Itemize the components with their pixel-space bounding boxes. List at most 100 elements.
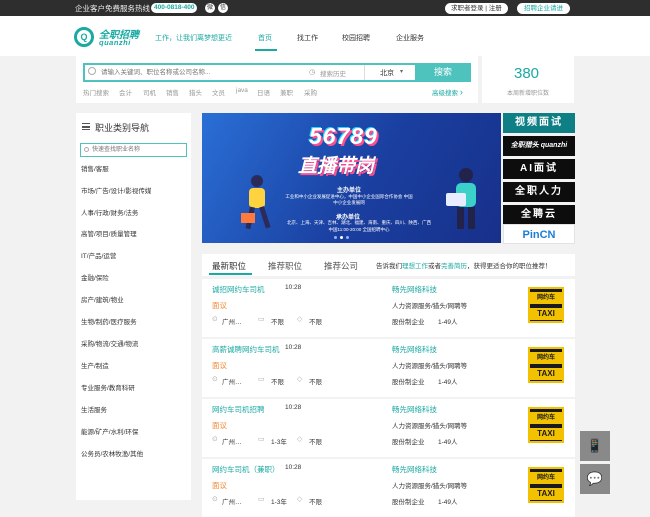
tab-recommended-companies[interactable]: 推荐公司	[324, 260, 358, 272]
banner-cities: 北京、上海、天津、吉林、湖北、福建、海南、重庆、四川、陕西、广西	[287, 220, 431, 225]
nav-find-job[interactable]: 找工作	[297, 33, 318, 43]
tab-latest-jobs[interactable]: 最新职位	[212, 260, 246, 272]
ad-hr[interactable]: 全职人力	[503, 182, 575, 202]
location-icon: ⊙	[212, 496, 218, 503]
weibo-icon[interactable]: 微	[205, 3, 215, 13]
city-select[interactable]: 北京	[380, 68, 394, 78]
job-salary: 面议	[212, 421, 227, 430]
search-input[interactable]	[101, 66, 301, 78]
job-experience: 不限	[271, 319, 284, 326]
search-history-link[interactable]: 搜索历史	[320, 68, 346, 78]
hot-term[interactable]: java	[236, 87, 248, 94]
category-item[interactable]: 能源/矿产/水利/环保	[81, 426, 138, 436]
ad-cloud[interactable]: 全聘云	[503, 205, 575, 225]
wechat-icon[interactable]: 信	[218, 3, 228, 13]
banner-illustration-man	[446, 168, 476, 229]
company-logo-bottom: TAXI	[530, 428, 562, 440]
job-title[interactable]: 网约车司机招聘	[212, 404, 265, 415]
company-logo[interactable]: 网约车 TAXI	[528, 407, 564, 443]
hot-term[interactable]: 采购	[304, 87, 317, 97]
banner-dot[interactable]	[334, 236, 337, 239]
category-item[interactable]: 高管/项目/质量管理	[81, 228, 137, 238]
ad-video-interview[interactable]: 视频面试	[503, 113, 575, 133]
logo-mark-icon[interactable]: Q	[74, 27, 94, 47]
company-name[interactable]: 畅先网络科技	[392, 404, 437, 415]
recruiter-entry-button[interactable]: 招聘企业请进	[517, 3, 570, 14]
job-title[interactable]: 高薪诚聘网约车司机	[212, 344, 280, 355]
wechat-float-icon[interactable]: 💬	[580, 464, 610, 494]
tab-recommended-jobs[interactable]: 推荐职位	[268, 260, 302, 272]
job-location: 广州…	[222, 439, 242, 446]
company-industry: 人力资源服务/猎头/网聘等	[392, 423, 468, 430]
company-logo[interactable]: 网约车 TAXI	[528, 287, 564, 323]
job-salary: 面议	[212, 301, 227, 310]
nav-campus[interactable]: 校园招聘	[342, 33, 370, 43]
job-time: 10:28	[285, 464, 302, 471]
ad-headhunter[interactable]: 全职猎头 quanzhi	[503, 136, 575, 156]
login-register-button[interactable]: 求职者登录 | 注册	[445, 3, 508, 14]
company-size: 1-49人	[438, 439, 458, 446]
company-logo-bottom: TAXI	[530, 368, 562, 380]
hot-term[interactable]: 日语	[257, 87, 270, 97]
banner-dot-active[interactable]	[340, 236, 343, 239]
company-industry: 人力资源服务/猎头/网聘等	[392, 483, 468, 490]
category-item[interactable]: 市场/广告/设计/影视传媒	[81, 185, 151, 195]
nav-enterprise[interactable]: 企业服务	[396, 33, 424, 43]
ad-pincn[interactable]: PinCN	[503, 224, 575, 244]
hot-search-label: 热门搜索	[83, 90, 109, 97]
job-salary: 面议	[212, 481, 227, 490]
category-item[interactable]: 生物/制药/医疗服务	[81, 316, 137, 326]
category-item[interactable]: 人事/行政/财务/法务	[81, 207, 138, 217]
company-name[interactable]: 畅先网络科技	[392, 284, 437, 295]
category-item[interactable]: 销售/客服	[81, 163, 109, 173]
banner-host-orgs: 工业和中小企业发展促进中心，中国中小企业国际合作协会 中国中小企业发展网	[285, 194, 413, 205]
job-experience: 1-3年	[271, 439, 287, 446]
company-name[interactable]: 畅先网络科技	[392, 464, 437, 475]
category-item[interactable]: 专业服务/教育科研	[81, 382, 135, 392]
category-item[interactable]: 金融/保险	[81, 272, 109, 282]
category-item[interactable]: 生产/制造	[81, 360, 109, 370]
category-item[interactable]: 房产/建筑/物业	[81, 294, 124, 304]
company-type: 股份制企业	[392, 499, 425, 506]
banner-dot[interactable]	[346, 236, 349, 239]
company-name[interactable]: 畅先网络科技	[392, 344, 437, 355]
nav-home[interactable]: 首页	[258, 33, 272, 43]
promo-banner[interactable]: 56789 直播带岗 主办单位 工业和中小企业发展促进中心，中国中小企业国际合作…	[202, 113, 501, 243]
category-item[interactable]: IT/产品/运营	[81, 250, 116, 260]
hot-term[interactable]: 猎头	[189, 87, 202, 97]
hot-term[interactable]: 兼职	[280, 87, 293, 97]
divider	[364, 65, 365, 80]
header	[0, 16, 650, 56]
hot-term[interactable]: 销售	[166, 87, 179, 97]
company-logo[interactable]: 网约车 TAXI	[528, 467, 564, 503]
hot-term[interactable]: 文员	[212, 87, 225, 97]
chevron-right-icon: ›	[459, 87, 463, 97]
weekly-job-count: 380	[514, 65, 540, 82]
category-item[interactable]: 生活服务	[81, 404, 107, 414]
briefcase-icon: ▭	[258, 436, 265, 443]
phone-icon[interactable]: 📱	[580, 431, 610, 461]
complete-resume-link[interactable]: 完善简历	[441, 263, 467, 270]
category-item[interactable]: 采购/物流/交通/物流	[81, 338, 138, 348]
company-logo-bottom: TAXI	[530, 488, 562, 500]
search-icon	[88, 67, 96, 75]
advanced-search-label: 高级搜索	[432, 90, 458, 97]
ideal-job-link[interactable]: 理想工作	[402, 263, 428, 270]
hot-term[interactable]: 司机	[143, 87, 156, 97]
company-logo-top: 网约车	[530, 472, 562, 484]
hot-term[interactable]: 会计	[119, 87, 132, 97]
job-title[interactable]: 诚招网约车司机	[212, 284, 265, 295]
ad-ai-interview[interactable]: AI面试	[503, 159, 575, 179]
job-education: 不限	[309, 319, 322, 326]
search-button[interactable]: 搜索	[415, 63, 471, 82]
category-item[interactable]: 公务员/农林牧渔/其他	[81, 448, 143, 458]
chevron-down-icon[interactable]: ▾	[400, 68, 403, 75]
advanced-search-link[interactable]: 高级搜索 ›	[432, 87, 463, 97]
weekly-job-count-label: 本周新增职位数	[507, 91, 550, 97]
category-search-input[interactable]	[92, 145, 182, 155]
company-size: 1-49人	[438, 499, 458, 506]
company-logo[interactable]: 网约车 TAXI	[528, 347, 564, 383]
logo-english[interactable]: quanzhi	[99, 38, 131, 47]
job-title[interactable]: 网约车司机（兼职）	[212, 464, 280, 475]
company-type: 股份制企业	[392, 439, 425, 446]
